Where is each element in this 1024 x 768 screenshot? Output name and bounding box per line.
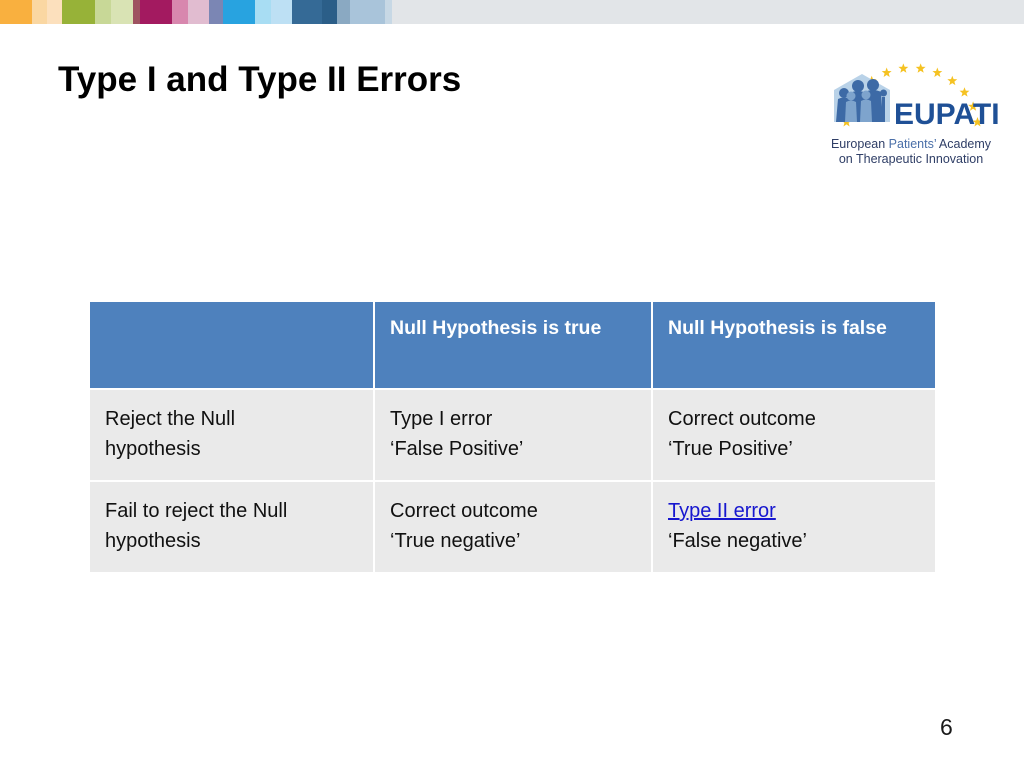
cell-type-ii-error: Type II error ‘False negative’ — [653, 482, 935, 572]
eu-star-6 — [915, 63, 926, 73]
column-header-null-true: Null Hypothesis is true — [375, 302, 651, 388]
matrix-corner-cell — [90, 302, 373, 388]
eu-star-5 — [898, 63, 909, 73]
error-type-matrix: Null Hypothesis is true Null Hypothesis … — [88, 300, 937, 574]
color-band-segment-5 — [111, 0, 133, 24]
color-band-segment-18 — [385, 0, 392, 24]
type-ii-error-link[interactable]: Type II error — [668, 496, 935, 526]
color-band-segment-8 — [172, 0, 188, 24]
color-band-segment-9 — [188, 0, 209, 24]
cell-type-i-error: Type I error ‘False Positive’ — [375, 390, 651, 480]
eu-star-9 — [959, 87, 970, 97]
eu-star-8 — [947, 75, 958, 86]
table-row: Reject the Null hypothesis Type I error ‘Fa… — [90, 390, 935, 480]
color-band-segment-0 — [0, 0, 32, 24]
eupati-wordmark: EUPATI — [894, 98, 1000, 131]
tagline-part-c: Academy — [936, 137, 992, 151]
color-band-segment-6 — [133, 0, 140, 24]
page-title: Type I and Type II Errors — [58, 60, 462, 99]
eupati-logo: EUPATI European Patients’ Academy on The… — [816, 52, 1006, 170]
table-header-row: Null Hypothesis is true Null Hypothesis … — [90, 302, 935, 388]
table-row: Fail to reject the Null hypothesis Correct… — [90, 482, 935, 572]
color-band-segment-3 — [62, 0, 95, 24]
row-label-reject: Reject the Null hypothesis — [90, 390, 373, 480]
color-band-segment-12 — [255, 0, 271, 24]
color-band-segment-17 — [350, 0, 385, 24]
tagline-part-b: Patients’ — [888, 137, 937, 151]
color-band-segment-1 — [32, 0, 47, 24]
cell-correct-true-positive: Correct outcome ‘True Positive’ — [653, 390, 935, 480]
cell-line2: ‘False negative’ — [668, 530, 807, 552]
row-label-line2: hypothesis — [105, 530, 201, 552]
tagline-part-a: European — [830, 137, 889, 151]
page-number: 6 — [940, 714, 953, 740]
column-header-null-false: Null Hypothesis is false — [653, 302, 935, 388]
top-color-band — [0, 0, 1024, 24]
cell-line1: Correct outcome — [390, 500, 538, 522]
color-band-segment-4 — [95, 0, 111, 24]
cell-line2: ‘True negative’ — [390, 530, 521, 552]
eupati-tagline-line1: European Patients’ Academy — [816, 137, 1006, 152]
cell-line1: Correct outcome — [668, 408, 816, 430]
cell-line2: ‘False Positive’ — [390, 438, 524, 460]
color-band-segment-16 — [337, 0, 350, 24]
color-band-segment-15 — [322, 0, 337, 24]
cell-line2: ‘True Positive’ — [668, 438, 793, 460]
color-band-segment-13 — [271, 0, 292, 24]
row-label-line1: Reject the Null — [105, 408, 236, 430]
color-band-segment-2 — [47, 0, 62, 24]
row-label-fail-to-reject: Fail to reject the Null hypothesis — [90, 482, 373, 572]
cell-link-wrapper: Type II error — [668, 496, 935, 526]
cell-correct-true-negative: Correct outcome ‘True negative’ — [375, 482, 651, 572]
eu-star-4 — [881, 67, 892, 77]
eu-star-7 — [932, 67, 943, 77]
row-label-line2: hypothesis — [105, 438, 201, 460]
eupati-logo-mark: EUPATI — [834, 63, 1000, 131]
row-label-line1: Fail to reject the Null — [105, 500, 288, 522]
color-band-segment-14 — [292, 0, 322, 24]
eupati-tagline-line2: on Therapeutic Innovation — [838, 152, 984, 166]
eupati-tagline: European Patients’ Academy on Therapeuti… — [816, 137, 1006, 167]
color-band-segment-7 — [140, 0, 172, 24]
color-band-segment-19 — [392, 0, 1024, 24]
color-band-segment-11 — [223, 0, 255, 24]
cell-line1: Type I error — [390, 408, 493, 430]
color-band-segment-10 — [209, 0, 223, 24]
